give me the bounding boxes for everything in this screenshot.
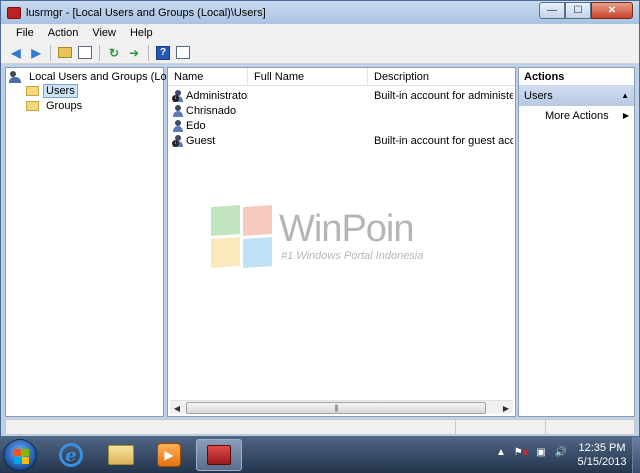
lusrmgr-window: lusrmgr - [Local Users and Groups (Local…	[0, 0, 640, 437]
toolbar: ◀ ▶ ↻ ➜ ?	[1, 42, 639, 64]
collapse-caret-icon[interactable]: ▲	[621, 86, 629, 106]
toolbar-separator	[50, 44, 51, 61]
forward-arrow-icon[interactable]: ▶	[27, 44, 45, 62]
menu-view[interactable]: View	[85, 27, 123, 39]
show-hide-tree-icon[interactable]	[76, 44, 94, 62]
internet-explorer-icon: e	[59, 443, 83, 467]
taskbar: e ▶ ▲ ⚑ x ▣ 🔊 12:35 PM 5/15/2013	[0, 437, 640, 473]
console-content: Local Users and Groups (Local) Users Gro…	[5, 67, 635, 417]
user-name: Chrisnado	[186, 104, 237, 117]
taskbar-internet-explorer[interactable]: e	[48, 439, 94, 471]
windows-flag-icon	[14, 449, 29, 464]
clock[interactable]: 12:35 PM 5/15/2013	[572, 441, 632, 469]
user-description: Built-in account for administering	[374, 89, 513, 102]
table-row[interactable]: ↓ Administrator Built-in account for admi…	[168, 88, 515, 103]
close-button[interactable]: ✕	[591, 2, 633, 19]
more-actions-item[interactable]: More Actions ▶	[519, 106, 634, 126]
windows-explorer-icon	[108, 445, 134, 465]
tree-pane: Local Users and Groups (Local) Users Gro…	[5, 67, 184, 417]
table-row[interactable]: Chrisnado	[168, 103, 515, 118]
user-list: ↓ Administrator Built-in account for admi…	[168, 88, 515, 148]
actions-pane: Actions Users ▲ More Actions ▶	[518, 67, 635, 417]
status-cell	[456, 420, 546, 434]
toolbox-app-icon	[7, 6, 21, 19]
status-bar	[5, 419, 635, 435]
clock-date: 5/15/2013	[577, 456, 627, 468]
user-description: Built-in account for guest access t	[374, 134, 513, 147]
disabled-user-icon: ↓	[172, 89, 184, 102]
up-folder-icon[interactable]	[56, 44, 74, 62]
tree-root-label: Local Users and Groups (Local)	[29, 71, 185, 83]
toolbar-separator	[148, 44, 149, 61]
title-bar[interactable]: lusrmgr - [Local Users and Groups (Local…	[1, 1, 639, 24]
more-actions-label: More Actions	[545, 110, 609, 122]
column-header-name[interactable]: Name	[168, 68, 248, 86]
toolbox-icon	[207, 445, 231, 465]
status-cell	[6, 420, 456, 434]
show-desktop-button[interactable]	[632, 437, 640, 473]
show-hidden-icons-button[interactable]: ▲	[494, 445, 508, 459]
maximize-button[interactable]: ☐	[565, 2, 591, 19]
window-controls: — ☐ ✕	[539, 2, 633, 19]
user-name: Edo	[186, 119, 206, 132]
folder-icon	[26, 86, 39, 96]
help-icon[interactable]: ?	[154, 44, 172, 62]
tree-item-label: Users	[43, 84, 78, 98]
menu-action[interactable]: Action	[41, 27, 86, 39]
taskbar-media-player[interactable]: ▶	[146, 439, 192, 471]
clock-time: 12:35 PM	[578, 442, 626, 454]
column-header-full-name[interactable]: Full Name	[248, 68, 368, 86]
actions-header: Actions	[519, 68, 634, 86]
tree-item-groups[interactable]: Groups	[26, 99, 85, 113]
network-icon[interactable]: ▣	[534, 445, 548, 459]
menu-bar: File Action View Help	[1, 24, 639, 42]
menu-help[interactable]: Help	[123, 27, 160, 39]
user-name: Administrator	[186, 89, 248, 102]
table-row[interactable]: Edo	[168, 118, 515, 133]
scroll-thumb[interactable]: |||	[186, 402, 486, 414]
disabled-user-icon: ↓	[172, 134, 184, 147]
minimize-button[interactable]: —	[539, 2, 565, 19]
volume-icon[interactable]: 🔊	[554, 445, 568, 459]
system-tray: ▲ ⚑ x ▣ 🔊	[494, 445, 568, 459]
menu-file[interactable]: File	[9, 27, 41, 39]
actions-group-label: Users	[524, 90, 553, 102]
toolbar-separator	[99, 44, 100, 61]
users-group-icon	[9, 71, 23, 83]
export-list-icon[interactable]: ➜	[125, 44, 143, 62]
actions-group-users[interactable]: Users ▲	[519, 86, 634, 106]
table-row[interactable]: ↓Guest Built-in account for guest access…	[168, 133, 515, 148]
action-center-flag-icon[interactable]: ⚑ x	[514, 445, 529, 459]
column-header-description[interactable]: Description	[368, 68, 515, 86]
folder-icon	[26, 101, 39, 111]
taskbar-windows-explorer[interactable]	[98, 439, 144, 471]
window-title: lusrmgr - [Local Users and Groups (Local…	[26, 6, 266, 19]
tree-root-item[interactable]: Local Users and Groups (Local)	[9, 70, 187, 84]
start-button[interactable]	[3, 439, 37, 471]
status-cell	[546, 420, 634, 434]
media-player-icon: ▶	[157, 443, 181, 467]
tree-item-label: Groups	[46, 100, 83, 112]
tree-item-users[interactable]: Users	[26, 84, 78, 98]
list-header: Name Full Name Description	[168, 68, 515, 86]
list-pane: Name Full Name Description ↓ Administrato…	[167, 67, 516, 417]
scroll-left-arrow-icon[interactable]: ◀	[170, 402, 184, 414]
user-icon	[172, 119, 184, 132]
back-arrow-icon[interactable]: ◀	[7, 44, 25, 62]
taskbar-lusrmgr[interactable]	[196, 439, 242, 471]
user-icon	[172, 104, 184, 117]
user-name: Guest	[186, 134, 216, 147]
scroll-right-arrow-icon[interactable]: ▶	[499, 402, 513, 414]
horizontal-scrollbar[interactable]: ◀ ||| ▶	[170, 400, 513, 414]
submenu-arrow-icon: ▶	[622, 111, 629, 120]
show-hide-action-pane-icon[interactable]	[174, 44, 192, 62]
refresh-icon[interactable]: ↻	[105, 44, 123, 62]
